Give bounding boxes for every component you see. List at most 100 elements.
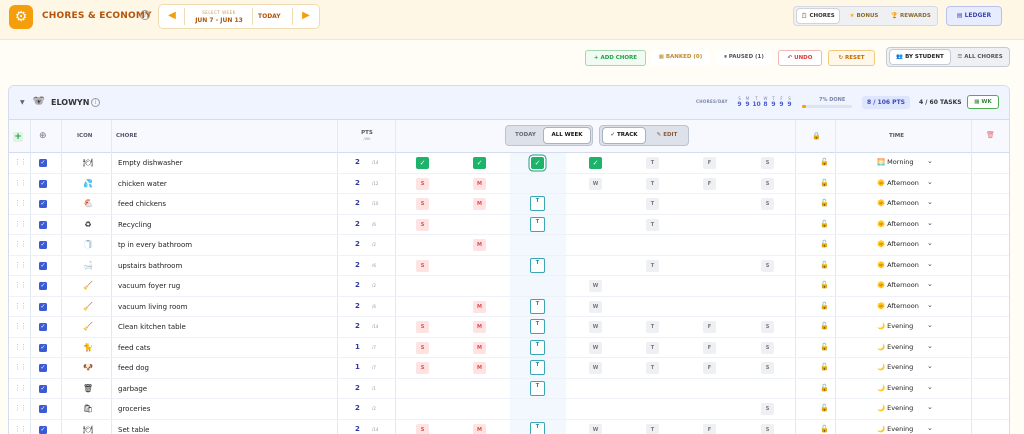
day-cell[interactable]: S xyxy=(761,403,774,415)
day-cell[interactable]: S xyxy=(416,198,429,210)
day-cell[interactable]: ✓ xyxy=(473,157,486,169)
day-cell[interactable]: S xyxy=(416,218,429,231)
chevron-down-icon[interactable]: ⌄ xyxy=(927,362,933,370)
all-week-view-button[interactable]: ALL WEEK xyxy=(544,128,590,143)
day-cell[interactable]: F xyxy=(703,362,716,374)
day-cell[interactable]: S xyxy=(761,157,774,169)
info-icon[interactable]: i xyxy=(91,98,100,107)
today-view-button[interactable]: TODAY xyxy=(509,128,542,143)
day-cell[interactable]: T xyxy=(530,360,545,375)
day-cell[interactable]: S xyxy=(416,321,429,333)
banked-button[interactable]: ▦ BANKED (0) xyxy=(651,50,710,66)
lock-icon[interactable]: 🔓 xyxy=(820,281,829,289)
day-cell[interactable]: S xyxy=(761,177,774,190)
time-select[interactable]: 🌙 Evening xyxy=(877,425,913,433)
lock-icon[interactable]: 🔓 xyxy=(820,240,829,248)
week-button[interactable]: ▦ WK xyxy=(967,95,999,109)
active-checkbox[interactable]: ✓ xyxy=(39,425,47,434)
tab-bonus[interactable]: ★ BONUS xyxy=(842,9,886,23)
drag-handle-icon[interactable]: ⋮⋮ xyxy=(14,199,27,207)
collapse-icon[interactable]: ▼ xyxy=(20,99,25,106)
day-cell[interactable]: S xyxy=(761,341,774,354)
by-student-tab[interactable]: 👥 BY STUDENT xyxy=(890,50,950,64)
day-cell[interactable]: M xyxy=(473,362,486,374)
active-checkbox[interactable]: ✓ xyxy=(39,179,47,188)
day-cell[interactable]: M xyxy=(473,341,486,354)
active-checkbox[interactable]: ✓ xyxy=(39,405,47,413)
day-cell[interactable]: T xyxy=(530,339,545,355)
day-cell[interactable]: T xyxy=(530,196,545,211)
drag-handle-icon[interactable]: ⋮⋮ xyxy=(14,261,27,269)
day-cell[interactable]: W xyxy=(589,423,602,434)
add-row-icon[interactable]: + xyxy=(13,132,23,142)
tab-chores[interactable]: 📋 CHORES xyxy=(797,9,839,23)
day-cell[interactable]: F xyxy=(703,321,716,333)
day-cell[interactable]: T xyxy=(646,341,659,354)
day-cell[interactable]: ✓ xyxy=(531,157,544,169)
day-cell[interactable]: W xyxy=(589,177,602,190)
drag-handle-icon[interactable]: ⋮⋮ xyxy=(14,281,27,289)
day-cell[interactable]: ✓ xyxy=(416,157,429,169)
lock-icon[interactable]: 🔓 xyxy=(820,220,829,228)
drag-handle-icon[interactable]: ⋮⋮ xyxy=(14,240,27,248)
active-checkbox[interactable]: ✓ xyxy=(39,241,47,249)
day-cell[interactable]: M xyxy=(473,198,486,210)
chevron-down-icon[interactable]: ⌄ xyxy=(927,342,933,350)
time-select[interactable]: 🌞 Afternoon xyxy=(877,302,919,310)
drag-handle-icon[interactable]: ⋮⋮ xyxy=(14,302,27,310)
chevron-down-icon[interactable]: ⌄ xyxy=(927,424,933,432)
day-cell[interactable]: T xyxy=(646,321,659,333)
drag-handle-icon[interactable]: ⋮⋮ xyxy=(14,425,27,433)
drag-handle-icon[interactable]: ⋮⋮ xyxy=(14,363,27,371)
drag-handle-icon[interactable]: ⋮⋮ xyxy=(14,384,27,392)
day-cell[interactable]: F xyxy=(703,423,716,434)
day-cell[interactable]: S xyxy=(416,177,429,190)
time-select[interactable]: 🌞 Afternoon xyxy=(877,240,919,248)
lock-icon[interactable]: 🔓 xyxy=(820,322,829,330)
chevron-down-icon[interactable]: ⌄ xyxy=(927,178,933,186)
day-cell[interactable]: S xyxy=(416,362,429,374)
day-cell[interactable]: T xyxy=(646,157,659,169)
day-cell[interactable]: ✓ xyxy=(589,157,602,169)
help-icon[interactable]: ? xyxy=(140,10,150,20)
day-cell[interactable]: W xyxy=(589,341,602,354)
tab-rewards[interactable]: 🏆 REWARDS xyxy=(887,9,935,23)
time-select[interactable]: 🌙 Evening xyxy=(877,363,913,371)
time-select[interactable]: 🌙 Evening xyxy=(877,343,913,351)
day-cell[interactable]: W xyxy=(589,280,602,292)
chevron-down-icon[interactable]: ⌄ xyxy=(927,280,933,288)
lock-icon[interactable]: 🔓 xyxy=(820,343,829,351)
time-select[interactable]: 🌅 Morning xyxy=(877,158,914,166)
chevron-down-icon[interactable]: ⌄ xyxy=(927,301,933,309)
trash-icon[interactable]: 🗑 xyxy=(986,131,995,139)
day-cell[interactable]: T xyxy=(646,198,659,210)
chevron-down-icon[interactable]: ⌄ xyxy=(927,383,933,391)
time-select[interactable]: 🌞 Afternoon xyxy=(877,179,919,187)
active-checkbox[interactable]: ✓ xyxy=(39,159,47,167)
day-cell[interactable]: T xyxy=(646,423,659,434)
all-chores-tab[interactable]: ☰ ALL CHORES xyxy=(952,50,1008,64)
active-checkbox[interactable]: ✓ xyxy=(39,282,47,290)
track-mode-button[interactable]: ✓ TRACK xyxy=(603,128,645,143)
chevron-down-icon[interactable]: ⌄ xyxy=(927,157,933,165)
time-select[interactable]: 🌞 Afternoon xyxy=(877,220,919,228)
day-cell[interactable]: M xyxy=(473,300,486,313)
lock-icon[interactable]: 🔓 xyxy=(820,404,829,412)
day-cell[interactable]: S xyxy=(416,423,429,434)
day-cell[interactable]: M xyxy=(473,239,486,251)
drag-handle-icon[interactable]: ⋮⋮ xyxy=(14,179,27,187)
day-cell[interactable]: T xyxy=(646,177,659,190)
day-cell[interactable]: W xyxy=(589,300,602,313)
time-select[interactable]: 🌞 Afternoon xyxy=(877,261,919,269)
active-checkbox[interactable]: ✓ xyxy=(39,384,47,393)
active-checkbox[interactable]: ✓ xyxy=(39,302,47,311)
time-select[interactable]: 🌞 Afternoon xyxy=(877,281,919,289)
drag-handle-icon[interactable]: ⋮⋮ xyxy=(14,220,27,228)
lock-icon[interactable]: 🔓 xyxy=(820,384,829,392)
drag-handle-icon[interactable]: ⋮⋮ xyxy=(14,343,27,351)
day-cell[interactable]: S xyxy=(761,259,774,272)
lock-icon[interactable]: 🔓 xyxy=(820,179,829,187)
lock-icon[interactable]: 🔓 xyxy=(820,199,829,207)
chevron-down-icon[interactable]: ⌄ xyxy=(927,321,933,329)
active-checkbox[interactable]: ✓ xyxy=(39,323,47,331)
